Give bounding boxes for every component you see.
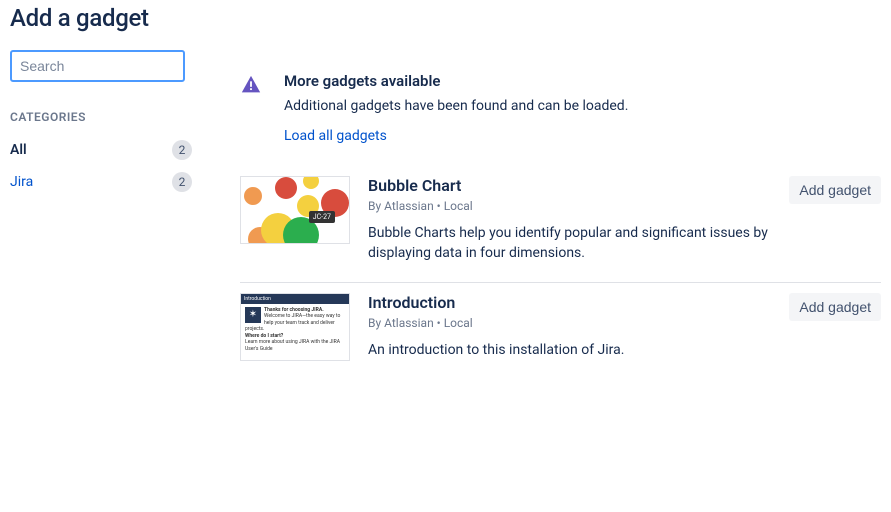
search-input[interactable] [10, 50, 185, 82]
category-list: All 2 Jira 2 [10, 134, 200, 198]
gadget-title: Bubble Chart [368, 176, 771, 195]
thumbnail-tag: JC-27 [309, 211, 335, 223]
load-all-gadgets-link[interactable]: Load all gadgets [284, 128, 881, 144]
gadget-thumbnail: JC-27 [240, 176, 350, 244]
main-content: More gadgets available Additional gadget… [240, 50, 881, 379]
add-gadget-button[interactable]: Add gadget [789, 293, 881, 321]
sidebar: CATEGORIES All 2 Jira 2 [10, 50, 200, 379]
page-title: Add a gadget [10, 4, 881, 32]
gadget-description: Bubble Charts help you identify popular … [368, 223, 771, 264]
gadget-meta: By Atlassian • Local [368, 199, 771, 213]
category-name: All [10, 142, 27, 158]
gadget-description: An introduction to this installation of … [368, 340, 771, 360]
warning-icon [240, 74, 262, 96]
gadget-title: Introduction [368, 293, 771, 312]
category-count-badge: 2 [172, 172, 192, 192]
category-item-all[interactable]: All 2 [10, 134, 200, 166]
add-gadget-button[interactable]: Add gadget [789, 176, 881, 204]
gadget-card: Introduction ✶ Thanks for choosing JIRA.… [240, 283, 881, 379]
category-item-jira[interactable]: Jira 2 [10, 166, 200, 198]
gadget-thumbnail: Introduction ✶ Thanks for choosing JIRA.… [240, 293, 350, 361]
notice-title: More gadgets available [284, 72, 881, 90]
notice-text: Additional gadgets have been found and c… [284, 98, 881, 114]
category-name: Jira [10, 174, 33, 190]
category-count-badge: 2 [172, 140, 192, 160]
gadget-meta: By Atlassian • Local [368, 316, 771, 330]
categories-heading: CATEGORIES [10, 110, 200, 124]
more-gadgets-notice: More gadgets available Additional gadget… [240, 72, 881, 144]
gadget-card: JC-27 Bubble Chart By Atlassian • Local … [240, 166, 881, 283]
